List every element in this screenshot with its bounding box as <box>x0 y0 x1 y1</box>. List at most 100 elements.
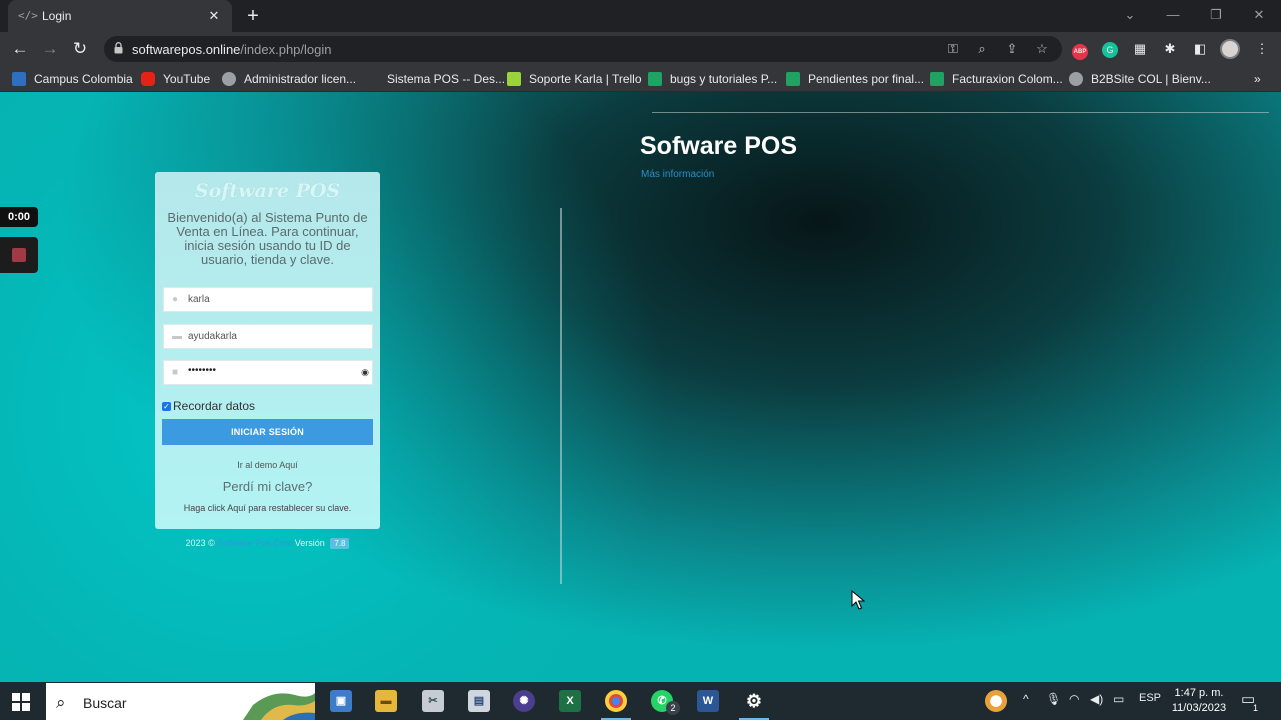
media-app-icon[interactable]: ▣ <box>330 690 352 712</box>
cart-icon: ▬ <box>172 331 182 342</box>
login-card: Software POS Bienvenido(a) al Sistema Pu… <box>155 172 380 529</box>
settings-gear-icon[interactable]: ⚙ <box>743 690 765 712</box>
bookmark-item[interactable]: Pendientes por final... <box>786 70 924 88</box>
bookmark-label: Pendientes por final... <box>808 72 925 86</box>
sheets-icon <box>930 72 944 86</box>
recorder-stop-button[interactable] <box>0 237 38 273</box>
minimize-button[interactable]: — <box>1152 0 1194 30</box>
bookmarks-bar: Campus Colombia YouTube Administrador li… <box>0 66 1281 92</box>
browser-tab-login[interactable]: </> Login ✕ <box>8 0 232 32</box>
profile-avatar[interactable] <box>1220 39 1240 59</box>
clock-date: 11/03/2023 <box>1171 702 1227 714</box>
footer-year: 2023 © <box>185 538 215 548</box>
browser-tab-strip: </> Login ✕ + ⌄ — ❐ ✕ <box>0 0 1281 32</box>
password-value: •••••••• <box>188 365 217 376</box>
taskbar-clock[interactable]: 1:47 p. m. 11/03/2023 <box>1166 686 1232 716</box>
back-button[interactable]: ← <box>9 38 31 60</box>
footer: 2023 © Software Pos.Com Versión 7.8 <box>155 538 380 549</box>
globe-icon <box>222 72 236 86</box>
user-id-field[interactable]: ● karla <box>163 287 373 312</box>
clock-time: 1:47 p. m. <box>1174 687 1224 699</box>
windows-start-icon[interactable] <box>12 693 30 711</box>
chrome-icon[interactable] <box>605 690 627 712</box>
snipping-tool-icon[interactable]: ✂ <box>422 690 444 712</box>
url-text: softwarepos.online/index.php/login <box>132 42 331 57</box>
password-field[interactable]: ■ •••••••• ◉ <box>163 360 373 385</box>
share-icon[interactable]: ⇪ <box>1003 40 1021 58</box>
wifi-icon[interactable]: ◠ <box>1069 692 1079 706</box>
store-value: ayudakarla <box>188 331 237 342</box>
close-window-button[interactable]: ✕ <box>1238 0 1280 30</box>
bookmark-label: Administrador licen... <box>244 72 357 86</box>
bookmark-label: bugs y tutoriales P... <box>670 72 778 86</box>
bookmark-label: Sistema POS -- Des... <box>387 72 506 86</box>
bookmark-item[interactable]: Soporte Karla | Trello <box>507 70 642 88</box>
side-panel-icon[interactable]: ◧ <box>1190 39 1210 59</box>
bookmark-label: Facturaxion Colom... <box>952 72 1063 86</box>
recorder-timer: 0:00 <box>0 207 38 227</box>
language-indicator[interactable]: ESP <box>1139 692 1161 704</box>
trello-icon <box>507 72 521 86</box>
eye-icon[interactable]: ◉ <box>361 367 369 378</box>
login-button[interactable]: INICIAR SESIÓN <box>162 419 373 445</box>
volume-icon[interactable]: ◀) <box>1090 692 1103 706</box>
address-bar[interactable]: softwarepos.online/index.php/login ⚿ ⌕ ⇪… <box>104 36 1062 62</box>
url-host: softwarepos.online <box>132 42 241 57</box>
zoom-icon[interactable]: ⌕ <box>973 40 991 58</box>
show-hidden-icons-chevron-icon[interactable]: ^ <box>1023 692 1029 706</box>
close-tab-icon[interactable]: ✕ <box>206 8 222 24</box>
battery-icon[interactable]: ▭ <box>1113 692 1124 706</box>
bookmark-item[interactable]: YouTube <box>141 70 210 88</box>
remember-checkbox[interactable]: ✓ Recordar datos <box>162 399 255 413</box>
new-tab-button[interactable]: + <box>241 5 265 27</box>
taskbar-search-box[interactable]: ⌕ Buscar <box>46 683 315 720</box>
bookmark-label: Soporte Karla | Trello <box>529 72 642 86</box>
kebab-menu-icon[interactable]: ⋮ <box>1252 39 1272 59</box>
bookmark-label: Campus Colombia <box>34 72 133 86</box>
reset-password-text[interactable]: Haga click Aquí para restablecer su clav… <box>155 503 380 513</box>
app-gear-purple-icon[interactable]: ✺ <box>513 690 535 712</box>
bookmark-star-icon[interactable]: ☆ <box>1033 40 1051 58</box>
bookmark-item[interactable]: Sistema POS -- Des... <box>365 70 505 88</box>
browser-toolbar: ← → ↻ softwarepos.online/index.php/login… <box>0 32 1281 66</box>
vertical-divider <box>560 208 562 584</box>
bookmark-item[interactable]: bugs y tutoriales P... <box>648 70 777 88</box>
tab-search-icon[interactable]: ⌄ <box>1109 0 1151 30</box>
url-path: /index.php/login <box>240 42 332 57</box>
bookmark-item[interactable]: Administrador licen... <box>222 70 356 88</box>
remote-desktop-icon[interactable]: ▤ <box>468 690 490 712</box>
search-placeholder: Buscar <box>83 695 127 711</box>
reload-button[interactable]: ↻ <box>69 38 91 60</box>
youtube-icon <box>141 72 155 86</box>
adblock-icon[interactable]: ABP <box>1070 39 1090 60</box>
grammarly-icon[interactable]: G <box>1100 39 1120 59</box>
whatsapp-badge: 2 <box>666 701 680 715</box>
login-page: 0:00 Software POS Bienvenido(a) al Siste… <box>0 92 1281 682</box>
footer-brand-link[interactable]: Software Pos.Com <box>217 538 292 548</box>
bookmark-label: YouTube <box>163 72 211 86</box>
notifications-badge: 1 <box>1253 703 1259 713</box>
bookmark-item[interactable]: Facturaxion Colom... <box>930 70 1063 88</box>
user-icon: ● <box>172 294 179 305</box>
qr-code-icon[interactable]: ▦ <box>1130 39 1150 59</box>
bookmark-item[interactable]: B2BSite COL | Bienv... <box>1069 70 1211 88</box>
sheets-icon <box>648 72 662 86</box>
more-info-link[interactable]: Más información <box>641 169 714 180</box>
bookmark-item[interactable]: Campus Colombia <box>12 70 133 88</box>
extensions-icon[interactable]: ✱ <box>1160 39 1180 59</box>
word-icon[interactable]: W <box>697 690 719 712</box>
forward-button[interactable]: → <box>39 38 61 60</box>
excel-icon[interactable]: X <box>559 690 581 712</box>
demo-link[interactable]: Ir al demo Aquí <box>155 460 380 470</box>
key-icon[interactable]: ⚿ <box>944 40 962 58</box>
more-bookmarks-button[interactable]: » <box>1254 70 1261 88</box>
forgot-password-link[interactable]: Perdí mi clave? <box>155 479 380 494</box>
tray-app-icon[interactable]: ⬤ <box>985 690 1007 712</box>
sheets-icon <box>786 72 800 86</box>
store-field[interactable]: ▬ ayudakarla <box>163 324 373 349</box>
microphone-icon[interactable]: 🎙 <box>1046 692 1061 706</box>
stop-icon <box>12 248 26 262</box>
restore-button[interactable]: ❐ <box>1195 0 1237 30</box>
bookmark-label: B2BSite COL | Bienv... <box>1091 72 1211 86</box>
file-explorer-icon[interactable]: ▬ <box>375 690 397 712</box>
